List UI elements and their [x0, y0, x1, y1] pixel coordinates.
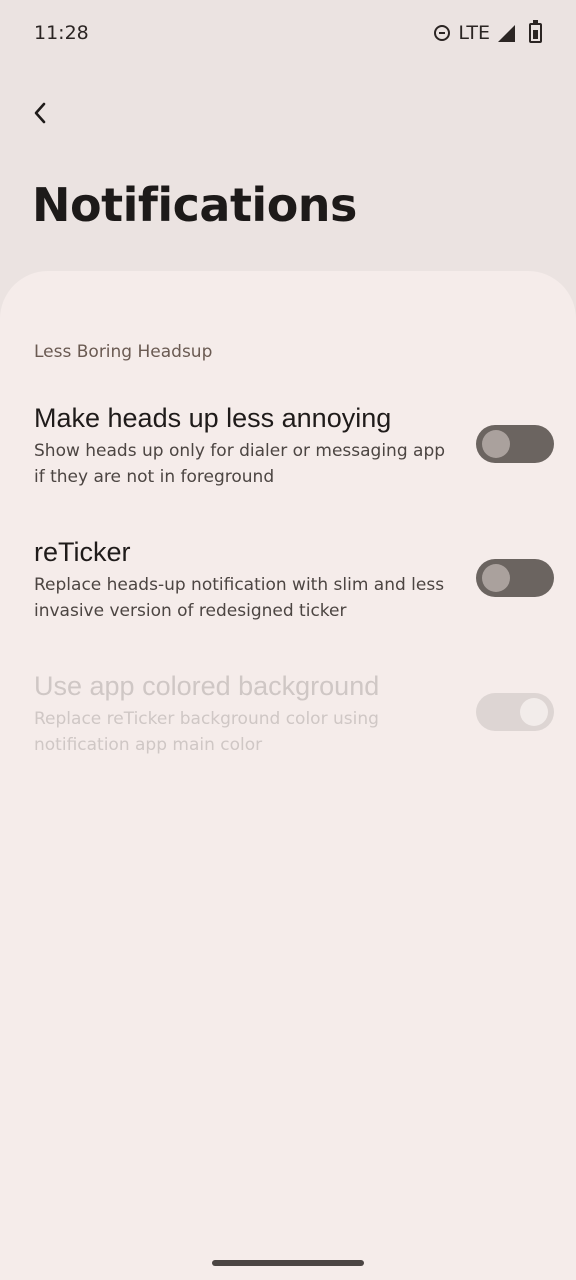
toggle-thumb	[520, 698, 548, 726]
setting-title: Use app colored background	[34, 671, 380, 701]
setting-row-less-annoying-headsup[interactable]: Make heads up less annoying Show heads u…	[34, 402, 554, 490]
setting-description: Show heads up only for dialer or messagi…	[34, 441, 446, 487]
setting-title: Make heads up less annoying	[34, 403, 392, 433]
setting-row-app-colored-background: Use app colored background Replace reTic…	[34, 670, 554, 758]
page-title: Notifications	[32, 178, 357, 232]
toggle-app-colored-background	[476, 693, 554, 731]
status-icons: LTE	[434, 20, 542, 44]
back-button[interactable]	[24, 96, 56, 130]
gesture-navigation-handle[interactable]	[212, 1260, 364, 1266]
section-header: Less Boring Headsup	[34, 342, 213, 362]
toggle-thumb	[482, 564, 510, 592]
setting-title: reTicker	[34, 537, 131, 567]
toggle-thumb	[482, 430, 510, 458]
chevron-left-icon	[34, 102, 46, 124]
toggle-reticker[interactable]	[476, 559, 554, 597]
network-type-label: LTE	[458, 22, 490, 44]
status-bar: 11:28 LTE	[0, 0, 576, 68]
setting-row-reticker[interactable]: reTicker Replace heads-up notification w…	[34, 536, 554, 624]
status-time: 11:28	[34, 22, 89, 44]
do-not-disturb-icon	[434, 25, 451, 41]
setting-description: Replace heads-up notification with slim …	[34, 575, 445, 621]
toggle-less-annoying-headsup[interactable]	[476, 425, 554, 463]
signal-strength-icon	[498, 24, 515, 42]
battery-icon	[529, 20, 542, 43]
setting-description: Replace reTicker background color using …	[34, 709, 379, 755]
